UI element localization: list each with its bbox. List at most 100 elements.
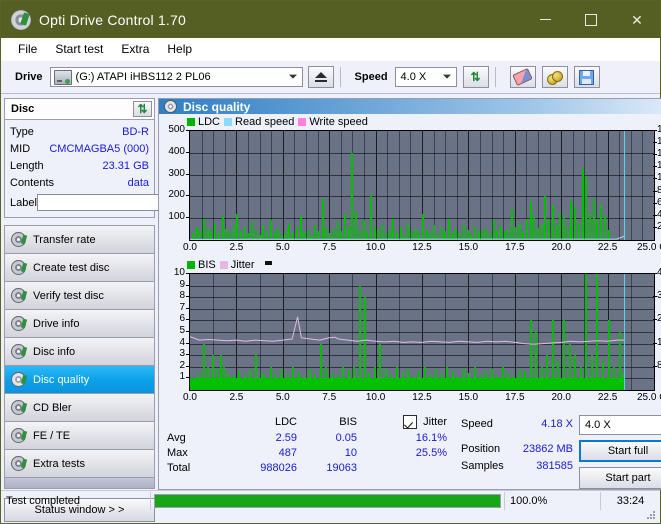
- x-axis-tick: 25.0 GB: [637, 242, 661, 253]
- readout-area: Speed 4.18 X Position 23862 MB Samples 3…: [457, 415, 661, 489]
- stats-avg-ldc: 2.59: [275, 432, 297, 444]
- stats-max-bis: 10: [344, 447, 357, 459]
- y-axis-tick: 3: [179, 348, 185, 360]
- refresh-button[interactable]: ⇅: [462, 66, 489, 88]
- y-axis-tick: 200: [168, 189, 185, 201]
- sidebar-item-verify-test-disc[interactable]: Verify test disc: [5, 282, 154, 310]
- disc-icon: [11, 428, 26, 443]
- sidebar-item-fe-te[interactable]: FE / TE: [5, 422, 154, 450]
- drive-icon: [53, 69, 72, 85]
- progress-fill: [155, 495, 500, 507]
- y-axis-tickmark: [186, 296, 189, 297]
- x-axis-tick: 0.0: [183, 242, 197, 253]
- content-area: Disc quality LDC Read speed Write speed …: [158, 94, 661, 490]
- refresh-icon: ⇅: [470, 70, 481, 84]
- toolbar-separator-1: [339, 67, 341, 87]
- test-speed-value: 4.0 X: [585, 419, 611, 431]
- resize-grip[interactable]: [647, 511, 657, 521]
- readout-samples-value: 381585: [536, 459, 573, 472]
- sidebar-item-create-test-disc[interactable]: Create test disc: [5, 254, 154, 282]
- jitter-label: Jitter: [423, 416, 447, 428]
- disc-icon: [11, 260, 26, 275]
- y2-axis-tickmark: [653, 178, 657, 179]
- legend-label: LDC: [198, 116, 221, 128]
- sidebar-item-extra-tests[interactable]: Extra tests: [5, 450, 154, 478]
- legend-label: Jitter: [230, 259, 255, 271]
- stats-col-bis: BIS: [339, 416, 357, 428]
- action-buttons: 4.0 X Start full Start part: [579, 415, 661, 489]
- sidebar-item-cd-bler[interactable]: CD Bler: [5, 394, 154, 422]
- test-speed-select[interactable]: 4.0 X: [579, 415, 661, 435]
- bitsetting-button[interactable]: [541, 66, 568, 88]
- y-axis-tick: 2: [179, 359, 185, 371]
- minimize-button[interactable]: [522, 1, 568, 38]
- y2-axis-tick: 16%: [657, 336, 661, 348]
- readout-samples-label: Samples: [461, 459, 504, 472]
- x-axis-tick: 2.5: [229, 392, 244, 403]
- y2-axis-tickmark: [653, 296, 657, 297]
- disc-row-label: Label: [10, 192, 238, 213]
- drive-select[interactable]: (G:) ATAPI iHBS112 2 PL06: [49, 67, 303, 87]
- data-line: [190, 316, 625, 345]
- disc-icon: [11, 372, 26, 387]
- erase-button[interactable]: [509, 66, 536, 88]
- save-button[interactable]: [573, 66, 600, 88]
- panel-header: Disc quality: [159, 99, 661, 114]
- y2-axis-tick: 14 X: [657, 148, 661, 160]
- bis-chart-legend: BIS Jitter: [187, 259, 272, 271]
- sidebar-item-label: Disc quality: [33, 373, 90, 386]
- legend-label: BIS: [198, 259, 216, 271]
- menu-help[interactable]: Help: [158, 40, 201, 58]
- x-axis-tick: 5.0: [275, 242, 290, 253]
- y-axis-tick: 300: [168, 167, 185, 179]
- y2-axis-tick: 24%: [657, 313, 661, 325]
- stats-avg-bis: 0.05: [335, 432, 357, 444]
- y-axis-tickmark: [186, 377, 189, 378]
- y-axis-tickmark: [186, 195, 189, 196]
- y2-axis-tick: 10 X: [657, 172, 661, 184]
- disc-refresh-button[interactable]: ⇅: [133, 101, 152, 117]
- disc-mid-value: CMCMAGBA5 (000): [49, 142, 149, 155]
- close-button[interactable]: ✕: [614, 1, 660, 38]
- bis-chart: BIS Jitter 12345678910 8% 16% 24% 32% 40% 0.0 2…: [159, 259, 661, 409]
- y-axis-tickmark: [186, 174, 189, 175]
- eject-button[interactable]: [307, 66, 334, 88]
- menu-file[interactable]: File: [9, 40, 46, 58]
- y-axis-tickmark: [186, 308, 189, 309]
- bis-plot-container: 12345678910 8% 16% 24% 32% 40% 0.0 2.5 5.0 7.5 10.…: [159, 259, 661, 409]
- jitter-checkbox[interactable]: [403, 415, 418, 429]
- sidebar-item-disc-info[interactable]: Disc info: [5, 338, 154, 366]
- disc-info-rows: Type BD-R MID CMCMAGBA5 (000) Length 23.…: [5, 120, 238, 217]
- sidebar-item-drive-info[interactable]: Drive info: [5, 310, 154, 338]
- y2-axis-tickmark: [653, 319, 657, 320]
- main-body: Disc ⇅ Type BD-R MID CMCMAGBA5 (000) Len…: [1, 94, 661, 522]
- y-axis-tick: 5: [179, 325, 185, 336]
- status-message: Test completed: [1, 492, 151, 510]
- x-axis-tick: 12.5: [412, 242, 432, 253]
- sidebar-item-disc-quality[interactable]: Disc quality: [5, 366, 154, 394]
- menu-start-test[interactable]: Start test: [46, 40, 112, 58]
- sidebar-item-label: Transfer rate: [33, 233, 96, 246]
- y2-axis-tickmark: [653, 227, 657, 228]
- coins-icon: [546, 70, 563, 85]
- disc-icon: [11, 316, 26, 331]
- speed-select[interactable]: 4.0 X: [394, 67, 457, 87]
- legend-item-ldc: LDC: [187, 116, 220, 128]
- window-controls: ✕: [522, 1, 660, 38]
- y2-axis-tickmark: [653, 343, 657, 344]
- disc-type-value: BD-R: [122, 125, 149, 138]
- maximize-button[interactable]: [568, 1, 614, 38]
- y-axis-tickmark: [186, 343, 189, 344]
- y-axis-tickmark: [186, 354, 189, 355]
- menu-extra[interactable]: Extra: [112, 40, 158, 58]
- start-full-button[interactable]: Start full: [579, 440, 661, 462]
- start-part-button[interactable]: Start part: [579, 467, 661, 489]
- sidebar: Disc ⇅ Type BD-R MID CMCMAGBA5 (000) Len…: [1, 94, 238, 522]
- menu-bar: File Start test Extra Help: [1, 38, 660, 61]
- x-axis-tick: 22.5: [597, 392, 618, 403]
- y-axis-tick: 1: [179, 371, 185, 383]
- legend-item-bis: BIS: [187, 259, 216, 271]
- sidebar-item-label: Create test disc: [33, 261, 110, 274]
- disc-icon: [11, 400, 26, 415]
- sidebar-item-transfer-rate[interactable]: Transfer rate: [5, 226, 154, 254]
